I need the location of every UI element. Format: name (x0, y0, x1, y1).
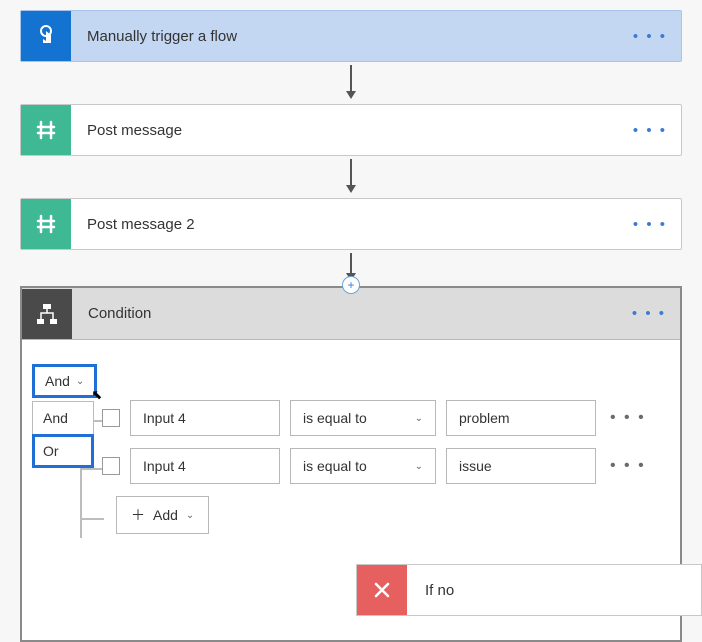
comparator-label: is equal to (303, 458, 367, 474)
condition-title: Condition (72, 305, 618, 322)
value-field[interactable]: issue (446, 448, 596, 484)
chevron-down-icon: ⌄ (415, 413, 423, 424)
action-card-post-message[interactable]: Post message • • • (20, 104, 682, 156)
hash-icon (33, 211, 59, 237)
connector-arrow (20, 159, 682, 195)
row-checkbox[interactable] (102, 457, 120, 475)
operand-field[interactable]: Input 4 (130, 400, 280, 436)
trigger-title: Manually trigger a flow (71, 28, 619, 45)
touch-icon (33, 23, 59, 49)
hash-icon (33, 117, 59, 143)
if-no-icon (357, 565, 407, 615)
slack-icon (21, 199, 71, 249)
row-menu[interactable]: • • • (606, 457, 650, 475)
if-no-branch[interactable]: If no (356, 564, 702, 616)
action-menu[interactable]: • • • (619, 216, 681, 233)
slack-icon (21, 105, 71, 155)
action-title: Post message (71, 122, 619, 139)
action-card-post-message-2[interactable]: Post message 2 • • • (20, 198, 682, 250)
condition-menu[interactable]: • • • (618, 305, 680, 322)
condition-header[interactable]: Condition • • • (22, 288, 680, 340)
close-icon (372, 580, 392, 600)
comparator-label: is equal to (303, 410, 367, 426)
trigger-menu[interactable]: • • • (619, 28, 681, 45)
trigger-icon (21, 11, 71, 61)
chevron-down-icon: ⌄ (186, 510, 194, 521)
action-menu[interactable]: • • • (619, 122, 681, 139)
connector-arrow (20, 65, 682, 101)
condition-row: Input 4 is equal to ⌄ issue • • • (102, 448, 664, 484)
tree-connector (80, 518, 104, 520)
operand-field[interactable]: Input 4 (130, 448, 280, 484)
row-menu[interactable]: • • • (606, 409, 650, 427)
trigger-card[interactable]: Manually trigger a flow • • • (20, 10, 682, 62)
condition-row: Input 4 is equal to ⌄ problem • • • (102, 400, 664, 436)
operator-label: And (45, 373, 70, 389)
action-title: Post message 2 (71, 216, 619, 233)
condition-icon (22, 289, 72, 339)
operator-option-and[interactable]: And (32, 401, 94, 435)
condition-branches: If no (0, 564, 702, 616)
row-checkbox[interactable] (102, 409, 120, 427)
comparator-select[interactable]: is equal to ⌄ (290, 448, 436, 484)
chevron-down-icon: ⌄ (76, 376, 84, 387)
branch-icon (34, 301, 60, 327)
add-label: Add (153, 507, 178, 523)
comparator-select[interactable]: is equal to ⌄ (290, 400, 436, 436)
operator-option-or[interactable]: Or (32, 434, 94, 468)
if-no-label: If no (407, 582, 454, 599)
operator-dropdown: And Or (32, 401, 94, 468)
plus-icon[interactable]: + (342, 276, 360, 294)
chevron-down-icon: ⌄ (415, 461, 423, 472)
value-field[interactable]: problem (446, 400, 596, 436)
add-row-button[interactable]: ＋ Add ⌄ (116, 496, 209, 534)
operator-selector[interactable]: And ⌄ ⬉ (32, 364, 97, 398)
plus-icon: ＋ (131, 505, 145, 525)
